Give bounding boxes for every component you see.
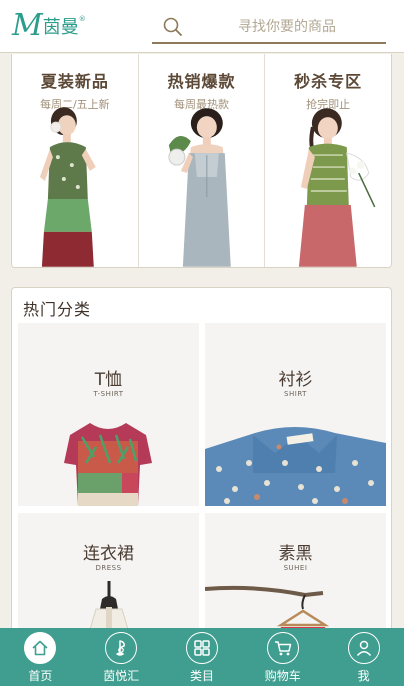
tab-label: 购物车 — [264, 669, 301, 683]
search-bar[interactable] — [152, 11, 386, 44]
music-note-icon — [105, 632, 138, 664]
model-photo — [168, 108, 231, 267]
tab-label: 茵悦汇 — [103, 669, 140, 683]
promo-flash-sale[interactable]: 秒杀专区 抢完即止 — [265, 54, 391, 267]
bottom-tab-bar: 首页 茵悦汇 类目 购物车 我 — [0, 628, 404, 686]
logo-registered-mark: ® — [78, 15, 86, 23]
top-header: M 茵曼 ® — [0, 0, 404, 53]
search-icon[interactable] — [162, 16, 184, 38]
dress-form-image — [89, 581, 129, 631]
grid-icon — [185, 632, 218, 664]
search-input[interactable] — [194, 14, 380, 40]
category-suhei[interactable]: 素黑 SUHEI — [205, 513, 386, 631]
promo-title: 秒杀专区 — [294, 72, 363, 91]
section-title: 热门分类 — [23, 300, 92, 319]
tab-label: 类目 — [189, 669, 214, 683]
home-icon — [24, 632, 57, 664]
cart-icon — [266, 632, 299, 664]
tshirt-image — [64, 423, 152, 506]
tab-me[interactable]: 我 — [323, 628, 404, 686]
model-photo — [299, 108, 376, 267]
tab-cart[interactable]: 购物车 — [242, 628, 323, 686]
hot-categories-panel: 热门分类 T恤 T-SHIRT 衬衫 SHIRT 连衣裙 DRESS 素黑 SU… — [11, 287, 392, 632]
category-shirt[interactable]: 衬衫 SHIRT — [205, 323, 386, 506]
promo-banner-row: 夏装新品 每周二/五上新 热销爆款 每周最热款 秒杀专区 抢完即止 — [11, 54, 392, 268]
logo-text: 茵曼 — [42, 17, 79, 38]
user-icon — [347, 632, 380, 664]
shirt-image — [205, 427, 386, 506]
tab-home[interactable]: 首页 — [0, 628, 81, 686]
promo-title: 热销爆款 — [167, 72, 236, 91]
promo-title: 夏装新品 — [40, 72, 109, 91]
promo-new-summer[interactable]: 夏装新品 每周二/五上新 — [12, 54, 139, 267]
logo-letter: M — [12, 8, 43, 43]
model-photo — [39, 107, 96, 267]
hanger-image — [205, 585, 330, 631]
tab-yinyuehui[interactable]: 茵悦汇 — [81, 628, 162, 686]
tab-categories[interactable]: 类目 — [162, 628, 243, 686]
category-tshirt[interactable]: T恤 T-SHIRT — [18, 323, 199, 506]
tab-label: 我 — [357, 669, 370, 683]
tab-label: 首页 — [28, 669, 53, 683]
category-dress[interactable]: 连衣裙 DRESS — [18, 513, 199, 631]
brand-logo[interactable]: M 茵曼 ® — [12, 9, 86, 43]
promo-hot-sellers[interactable]: 热销爆款 每周最热款 — [138, 54, 266, 267]
